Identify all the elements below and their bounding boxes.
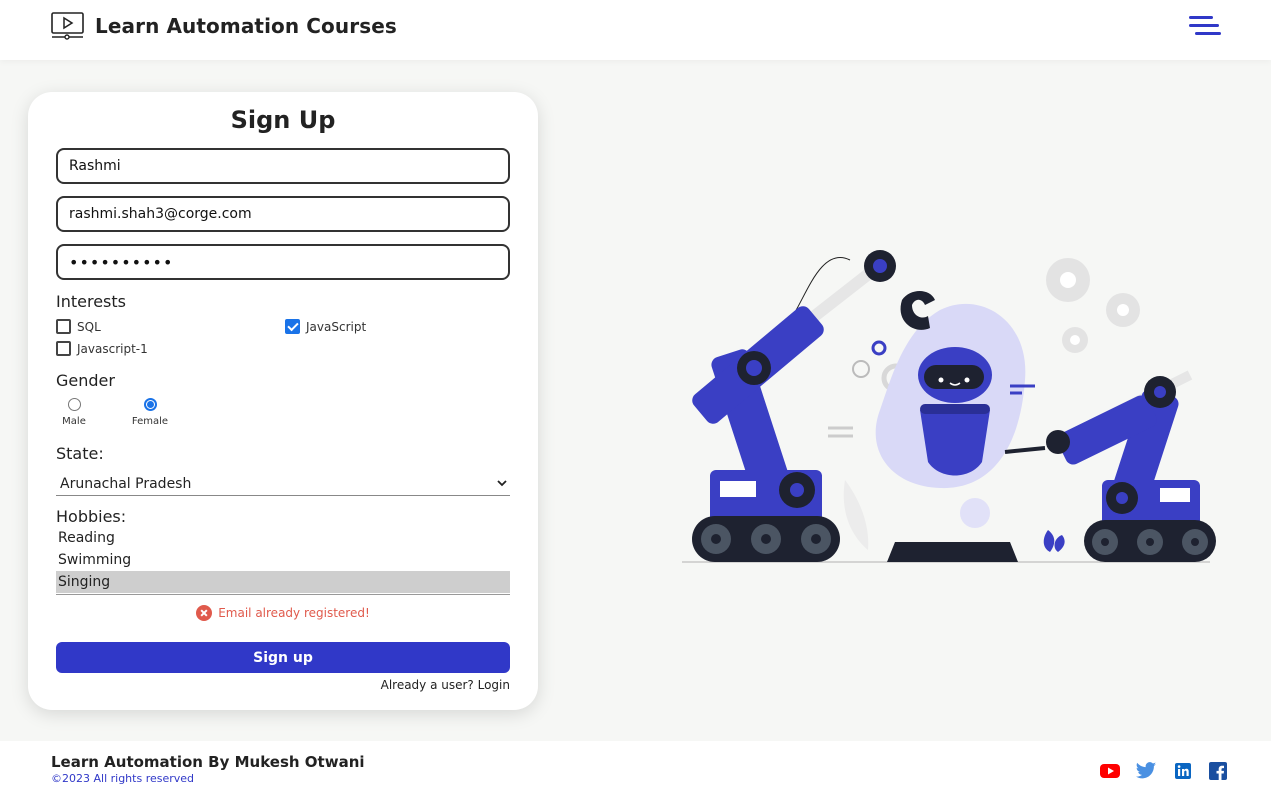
facebook-icon[interactable]: [1207, 761, 1229, 781]
checkbox-box[interactable]: [56, 341, 71, 356]
state-selected-value: Arunachal Pradesh: [60, 476, 192, 492]
checkbox-label: JavaScript: [306, 319, 367, 334]
gender-female-radio[interactable]: Female: [130, 398, 170, 427]
gender-label: Gender: [56, 371, 115, 390]
footer: Learn Automation By Mukesh Otwani ©2023 …: [0, 741, 1271, 797]
youtube-icon[interactable]: [1099, 761, 1121, 781]
radio-label: Female: [131, 416, 169, 427]
checkbox-box[interactable]: [285, 319, 300, 334]
signup-button[interactable]: Sign up: [56, 642, 510, 673]
name-input[interactable]: [56, 148, 510, 184]
hamburger-menu-icon[interactable]: [1186, 14, 1222, 38]
hobby-option-singing[interactable]: Singing: [56, 571, 510, 593]
signup-card: Sign Up Interests SQL JavaScript Javascr…: [28, 92, 538, 710]
radio-button[interactable]: [67, 398, 81, 411]
error-message: Email already registered!: [28, 605, 538, 621]
chevron-down-icon: [497, 480, 507, 487]
hobbies-label: Hobbies:: [56, 507, 127, 526]
password-input[interactable]: [56, 244, 510, 280]
checkbox-box[interactable]: [56, 319, 71, 334]
header: Learn Automation Courses: [0, 0, 1271, 60]
interest-javascript-checkbox[interactable]: JavaScript: [285, 319, 366, 334]
video-course-icon: [51, 12, 84, 40]
form-title: Sign Up: [230, 106, 336, 134]
hobbies-listbox[interactable]: Reading Swimming Singing: [56, 527, 510, 595]
error-icon: [196, 605, 213, 621]
twitter-icon[interactable]: [1135, 761, 1157, 781]
email-input[interactable]: [56, 196, 510, 232]
state-label: State:: [56, 444, 104, 463]
robot-arms-illustration: [682, 250, 1216, 563]
checkbox-label: SQL: [77, 319, 101, 334]
hobby-option-swimming[interactable]: Swimming: [56, 549, 510, 571]
copyright-text: ©2023 All rights reserved: [51, 772, 195, 785]
site-title: Learn Automation Courses: [95, 14, 397, 38]
brand-link[interactable]: Learn Automation Courses: [51, 12, 397, 40]
gender-male-radio[interactable]: Male: [54, 398, 94, 427]
hobby-option-reading[interactable]: Reading: [56, 527, 510, 549]
interest-javascript-1-checkbox[interactable]: Javascript-1: [56, 341, 148, 356]
login-link[interactable]: Already a user? Login: [381, 678, 510, 692]
radio-button[interactable]: [143, 398, 157, 411]
state-select[interactable]: Arunachal Pradesh: [56, 474, 510, 496]
interests-label: Interests: [56, 292, 126, 311]
interest-sql-checkbox[interactable]: SQL: [56, 319, 101, 334]
radio-label: Male: [62, 416, 86, 427]
checkbox-label: Javascript-1: [77, 341, 148, 356]
footer-title: Learn Automation By Mukesh Otwani: [51, 753, 365, 771]
error-text: Email already registered!: [218, 606, 370, 620]
linkedin-icon[interactable]: [1172, 761, 1194, 781]
